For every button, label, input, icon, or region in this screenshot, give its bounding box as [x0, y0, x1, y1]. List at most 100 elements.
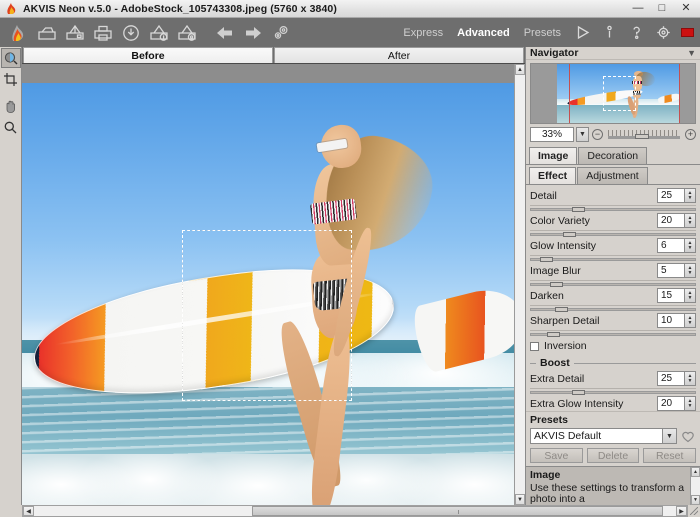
zoom-value-input[interactable]: 33% [530, 126, 574, 142]
home-logo-icon[interactable] [6, 20, 31, 45]
param-slider[interactable] [530, 387, 696, 395]
chevron-down-icon[interactable]: ▼ [687, 48, 696, 58]
parameters-list: Detail 25 ▲ ▼ Color Variety 20 ▲ ▼ Glow … [526, 185, 700, 411]
close-button[interactable]: ✕ [674, 1, 698, 17]
hint-scroll-track[interactable] [691, 477, 700, 495]
zoom-dropdown-icon[interactable]: ▼ [576, 126, 589, 142]
preferences-gears-icon[interactable] [268, 20, 293, 45]
open-image-icon[interactable] [34, 20, 59, 45]
tab-effect[interactable]: Effect [529, 166, 577, 184]
param-value-input[interactable]: 6 [657, 238, 685, 254]
param-color-variety: Color Variety 20 ▲ ▼ [530, 213, 696, 237]
param-slider-thumb[interactable] [549, 281, 563, 287]
info-icon[interactable] [597, 20, 622, 45]
param-slider-thumb[interactable] [554, 306, 568, 312]
tab-image[interactable]: Image [529, 146, 578, 164]
param-value-input[interactable]: 20 [657, 213, 685, 229]
param-slider[interactable] [530, 329, 696, 337]
reset-preset-button[interactable]: Reset [643, 448, 697, 463]
scroll-up-arrow[interactable]: ▲ [515, 64, 525, 75]
print-image-icon[interactable] [90, 20, 115, 45]
navigator-viewport-marquee[interactable] [603, 75, 636, 112]
param-slider-thumb[interactable] [571, 389, 585, 395]
param-value-input[interactable]: 5 [657, 263, 685, 279]
publish-icon[interactable] [118, 20, 143, 45]
param-label: Extra Glow Intensity [530, 397, 624, 410]
delete-preset-button[interactable]: Delete [586, 448, 640, 463]
language-indicator[interactable] [681, 28, 694, 37]
quick-preview-tool[interactable] [0, 48, 21, 68]
vertical-scrollbar[interactable]: ▲ ▼ [514, 64, 525, 505]
image-canvas[interactable] [22, 64, 514, 505]
param-glow-intensity: Glow Intensity 6 ▲ ▼ [530, 238, 696, 262]
menu-item-presets[interactable]: Presets [517, 27, 568, 39]
param-slider[interactable] [530, 254, 696, 262]
param-spinner[interactable]: ▲ ▼ [685, 371, 696, 387]
param-slider-thumb[interactable] [571, 206, 585, 212]
horizontal-scrollbar[interactable]: ◀ ▶ [22, 505, 688, 517]
window-title: AKVIS Neon v.5.0 - AdobeStock_105743308.… [23, 2, 337, 15]
param-spinner[interactable]: ▲ ▼ [685, 396, 696, 411]
navigator-thumbnail[interactable] [530, 63, 696, 124]
tab-decoration[interactable]: Decoration [578, 146, 648, 164]
param-value-input[interactable]: 25 [657, 371, 685, 387]
param-slider[interactable] [530, 204, 696, 212]
param-slider[interactable] [530, 279, 696, 287]
param-spinner[interactable]: ▲ ▼ [685, 238, 696, 254]
save-image-icon[interactable] [62, 20, 87, 45]
hint-scrollbar[interactable]: ▲ ▼ [690, 467, 700, 505]
param-spinner[interactable]: ▲ ▼ [685, 288, 696, 304]
param-slider-thumb[interactable] [546, 331, 560, 337]
scroll-right-arrow[interactable]: ▶ [676, 506, 687, 516]
zoom-slider-thumb[interactable] [635, 133, 650, 139]
redo-arrow-icon[interactable] [240, 20, 265, 45]
horizontal-scroll-thumb[interactable] [252, 506, 664, 516]
heart-icon[interactable] [680, 428, 696, 444]
preset-select[interactable]: AKVIS Default ▼ [530, 428, 677, 444]
param-value-input[interactable]: 10 [657, 313, 685, 329]
minimize-button[interactable]: — [626, 1, 650, 17]
run-play-icon[interactable] [570, 20, 595, 45]
menu-item-advanced[interactable]: Advanced [450, 27, 517, 39]
menu-item-express[interactable]: Express [396, 27, 450, 39]
share-settings-icon[interactable] [174, 20, 199, 45]
undo-arrow-icon[interactable] [212, 20, 237, 45]
chevron-down-icon[interactable]: ▼ [662, 429, 676, 443]
horizontal-scroll-track[interactable] [34, 506, 676, 516]
save-preset-button[interactable]: Save [530, 448, 583, 463]
settings-gear-icon[interactable] [651, 20, 676, 45]
maximize-button[interactable]: □ [650, 1, 674, 17]
param-spinner[interactable]: ▲ ▼ [685, 263, 696, 279]
hint-scroll-up[interactable]: ▲ [691, 467, 700, 477]
param-slider-thumb[interactable] [563, 231, 577, 237]
share-facebook-icon[interactable] [146, 20, 171, 45]
param-slider[interactable] [530, 304, 696, 312]
crop-tool[interactable] [1, 69, 21, 89]
param-spinner[interactable]: ▲ ▼ [685, 313, 696, 329]
help-question-icon[interactable] [624, 20, 649, 45]
param-value-input[interactable]: 25 [657, 188, 685, 204]
hand-tool[interactable] [1, 96, 21, 116]
param-value-input[interactable]: 20 [657, 396, 685, 411]
zoom-slider[interactable] [608, 129, 680, 139]
param-slider[interactable] [530, 229, 696, 237]
zoom-in-button[interactable]: + [685, 128, 696, 140]
tab-before[interactable]: Before [23, 47, 273, 63]
scroll-left-arrow[interactable]: ◀ [23, 506, 34, 516]
tab-after[interactable]: After [274, 47, 524, 63]
inversion-checkbox-row[interactable]: Inversion [530, 339, 696, 354]
scroll-down-arrow[interactable]: ▼ [515, 494, 525, 505]
tab-adjustment[interactable]: Adjustment [577, 166, 648, 184]
zoom-out-button[interactable]: − [592, 128, 603, 140]
param-spinner[interactable]: ▲ ▼ [685, 188, 696, 204]
resize-grip[interactable] [688, 505, 700, 517]
param-spinner[interactable]: ▲ ▼ [685, 213, 696, 229]
param-slider-thumb[interactable] [539, 256, 553, 262]
photo-content [22, 83, 514, 505]
param-label: Extra Detail [530, 372, 585, 385]
hint-scroll-down[interactable]: ▼ [691, 495, 700, 505]
zoom-tool[interactable] [1, 117, 21, 137]
param-value-input[interactable]: 15 [657, 288, 685, 304]
inversion-checkbox[interactable] [530, 341, 539, 351]
vertical-scroll-track[interactable] [515, 75, 525, 494]
